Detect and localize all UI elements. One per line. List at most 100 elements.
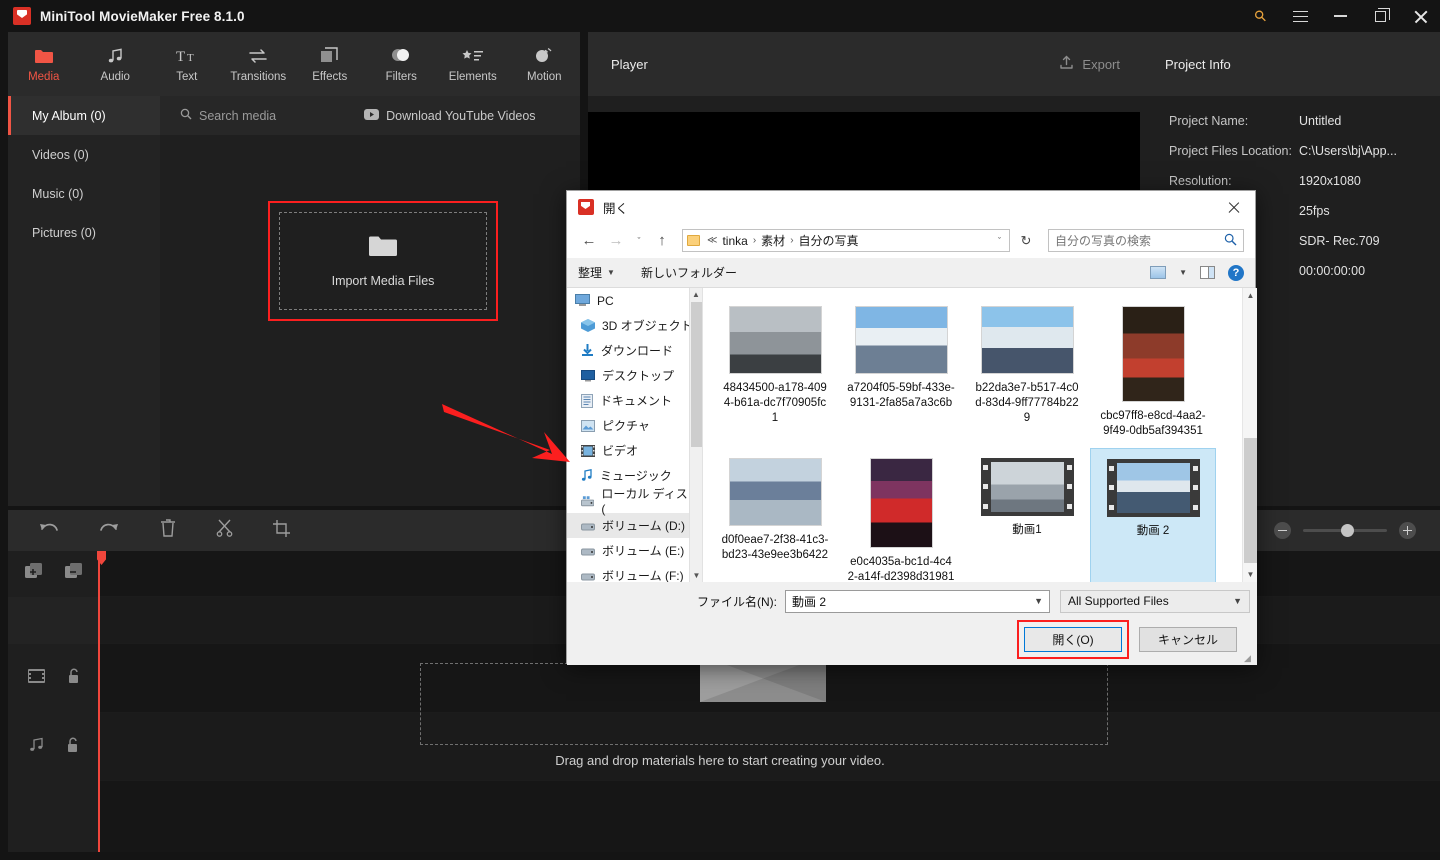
close-icon[interactable] xyxy=(1400,0,1440,32)
view-mode-icon[interactable] xyxy=(1150,266,1167,279)
tab-motion[interactable]: Motion xyxy=(509,32,581,96)
up-icon[interactable]: ↑ xyxy=(651,229,673,253)
filetype-select[interactable]: All Supported Files ▼ xyxy=(1060,589,1250,613)
redo-icon[interactable] xyxy=(99,520,120,542)
zoom-in-button[interactable] xyxy=(1399,522,1416,539)
tab-label: Text xyxy=(176,70,198,83)
zoom-out-button[interactable] xyxy=(1274,522,1291,539)
file-thumbnail xyxy=(728,306,822,374)
breadcrumb-item[interactable]: tinka xyxy=(719,234,750,248)
import-media-files-button[interactable]: Import Media Files xyxy=(279,212,487,310)
tree-item-videos[interactable]: ビデオ xyxy=(567,438,702,463)
tree-item-volume-d[interactable]: ボリューム (D:) xyxy=(567,513,702,538)
download-youtube-button[interactable]: Download YouTube Videos xyxy=(364,108,536,123)
scroll-down-icon[interactable]: ▼ xyxy=(1243,567,1257,582)
playhead[interactable] xyxy=(98,551,100,852)
chevron-down-icon[interactable]: ▼ xyxy=(1233,596,1242,606)
chevron-down-icon[interactable]: ˇ xyxy=(998,236,1005,246)
help-icon[interactable]: ? xyxy=(1228,264,1244,281)
cancel-button[interactable]: キャンセル xyxy=(1139,627,1237,652)
forward-icon[interactable]: → xyxy=(605,229,627,253)
delete-icon[interactable] xyxy=(160,519,176,542)
zoom-slider-thumb[interactable] xyxy=(1341,524,1354,537)
file-item[interactable]: 48434500-a178-4094-b61a-dc7f70905fc1 xyxy=(712,296,838,448)
chevron-down-icon: ▼ xyxy=(607,268,615,277)
navigation-tree: PC 3D オブジェクト ダウンロード デスクトップ ドキュメント ピクチャ ビ… xyxy=(567,288,703,582)
maximize-icon[interactable] xyxy=(1360,0,1400,32)
media-sidebar: My Album (0) Videos (0) Music (0) Pictur… xyxy=(8,96,160,506)
back-icon[interactable]: ← xyxy=(578,229,600,253)
export-button[interactable]: Export xyxy=(1059,55,1120,73)
tab-transitions[interactable]: Transitions xyxy=(223,32,295,96)
tree-scrollbar[interactable]: ▲ ▼ xyxy=(689,288,702,582)
folder-icon xyxy=(687,235,700,246)
resize-grip-icon[interactable]: ◢ xyxy=(1244,653,1254,663)
tab-audio[interactable]: Audio xyxy=(80,32,152,96)
media-panel: My Album (0) Videos (0) Music (0) Pictur… xyxy=(8,96,580,506)
tree-item-desktop[interactable]: デスクトップ xyxy=(567,363,702,388)
sidebar-item-my-album[interactable]: My Album (0) xyxy=(8,96,160,135)
file-item-selected[interactable]: 動画 2 xyxy=(1090,448,1216,582)
filename-label: ファイル名(N): xyxy=(697,594,777,609)
file-item[interactable]: a7204f05-59bf-433e-9131-2fa85a7a3c6b xyxy=(838,296,964,448)
crop-icon[interactable] xyxy=(273,519,290,542)
tree-item-pc[interactable]: PC xyxy=(567,288,702,313)
tab-elements[interactable]: Elements xyxy=(437,32,509,96)
split-icon[interactable] xyxy=(216,519,233,542)
remove-track-icon[interactable] xyxy=(65,562,83,586)
file-item[interactable]: d0f0eae7-2f38-41c3-bd23-43e9ee3b6422 xyxy=(712,448,838,582)
tree-item-volume-e[interactable]: ボリューム (E:) xyxy=(567,538,702,563)
file-list-scrollbar[interactable]: ▲ ▼ xyxy=(1242,288,1257,582)
file-item[interactable]: 動画1 xyxy=(964,448,1090,582)
tab-filters[interactable]: Filters xyxy=(366,32,438,96)
tree-item-local-disk[interactable]: ローカル ディスク ( xyxy=(567,487,702,516)
sidebar-item-music[interactable]: Music (0) xyxy=(8,174,160,213)
scroll-down-icon[interactable]: ▼ xyxy=(690,569,702,582)
breadcrumb[interactable]: ≪ tinka › 素材 › 自分の写真 ˇ xyxy=(682,229,1010,252)
tree-item-volume-f[interactable]: ボリューム (F:) xyxy=(567,563,702,582)
zoom-slider[interactable] xyxy=(1303,524,1387,537)
file-name: e0c4035a-bc1d-4c42-a14f-d2398d319815 xyxy=(847,556,955,582)
sidebar-item-pictures[interactable]: Pictures (0) xyxy=(8,213,160,252)
file-list[interactable]: 48434500-a178-4094-b61a-dc7f70905fc1 a72… xyxy=(703,288,1257,582)
file-item[interactable]: cbc97ff8-e8cd-4aa2-9f49-0db5af394351 xyxy=(1090,296,1216,448)
tree-item-documents[interactable]: ドキュメント xyxy=(567,388,702,413)
new-folder-button[interactable]: 新しいフォルダー xyxy=(641,264,737,281)
filename-input[interactable]: 動画 2 ▼ xyxy=(785,589,1050,613)
video-track-icon[interactable] xyxy=(27,669,45,688)
sidebar-item-videos[interactable]: Videos (0) xyxy=(8,135,160,174)
minimize-icon[interactable] xyxy=(1320,0,1360,32)
download-label: Download YouTube Videos xyxy=(386,108,536,123)
organize-button[interactable]: 整理 ▼ xyxy=(578,264,615,281)
scroll-up-icon[interactable]: ▲ xyxy=(1243,288,1257,303)
undo-icon[interactable] xyxy=(38,520,59,542)
scrollbar-thumb[interactable] xyxy=(1244,438,1257,563)
scrollbar-thumb[interactable] xyxy=(691,302,702,447)
tree-item-pictures[interactable]: ピクチャ xyxy=(567,413,702,438)
file-item[interactable]: b22da3e7-b517-4c0d-83d4-9ff77784b229 xyxy=(964,296,1090,448)
tab-effects[interactable]: Effects xyxy=(294,32,366,96)
menu-icon[interactable] xyxy=(1280,0,1320,32)
add-track-icon[interactable] xyxy=(25,562,43,586)
lock-icon[interactable] xyxy=(67,668,81,689)
tree-item-3d-objects[interactable]: 3D オブジェクト xyxy=(567,313,702,338)
tab-media[interactable]: Media xyxy=(8,32,80,96)
chevron-down-icon[interactable]: ▼ xyxy=(1034,596,1043,606)
dialog-search-input[interactable]: 自分の写真の検索 xyxy=(1048,229,1244,252)
file-item[interactable]: e0c4035a-bc1d-4c42-a14f-d2398d319815 xyxy=(838,448,964,582)
chevron-down-icon[interactable]: ▼ xyxy=(1179,268,1187,277)
key-icon[interactable]: ⚲ xyxy=(1240,0,1280,32)
breadcrumb-item[interactable]: 素材 xyxy=(758,232,788,249)
open-button[interactable]: 開く(O) xyxy=(1024,627,1122,652)
tab-label: Motion xyxy=(526,70,562,83)
dialog-close-icon[interactable] xyxy=(1211,191,1255,223)
search-input[interactable]: Search media xyxy=(180,108,276,123)
scroll-up-icon[interactable]: ▲ xyxy=(690,288,702,301)
import-annotation-box: Import Media Files xyxy=(268,201,498,321)
breadcrumb-item[interactable]: 自分の写真 xyxy=(796,232,862,249)
refresh-icon[interactable]: ↻ xyxy=(1015,229,1037,252)
tree-item-downloads[interactable]: ダウンロード xyxy=(567,338,702,363)
preview-pane-icon[interactable] xyxy=(1200,266,1215,279)
recent-locations-icon[interactable]: ˇ xyxy=(632,229,646,253)
tab-text[interactable]: TT Text xyxy=(151,32,223,96)
